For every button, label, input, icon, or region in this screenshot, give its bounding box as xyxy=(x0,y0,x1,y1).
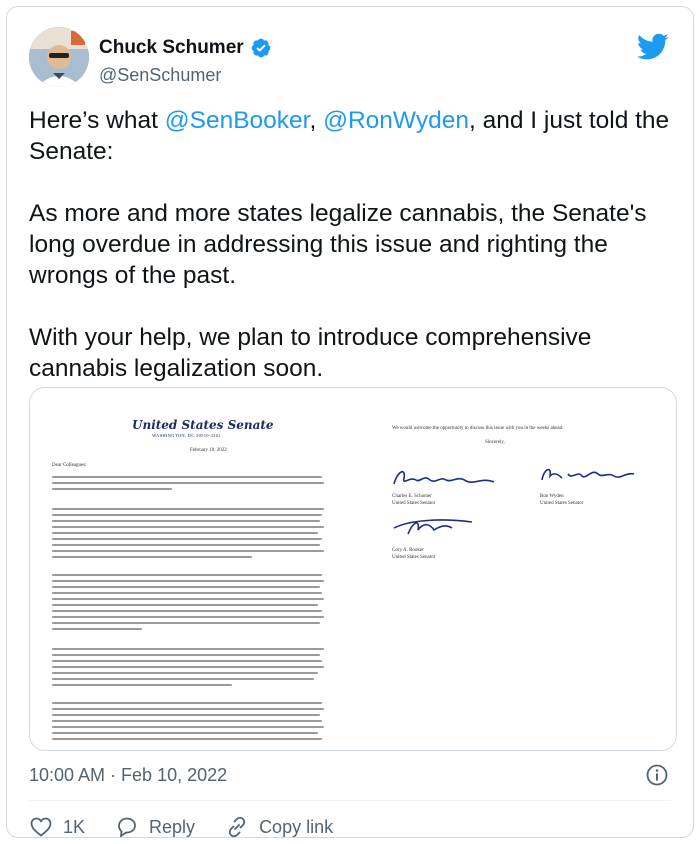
verified-badge-icon xyxy=(251,38,271,58)
signer-name-2: Ron Wyden xyxy=(540,494,564,499)
tweet-card: Chuck Schumer @SenSchumer Here’s what @S… xyxy=(6,6,694,838)
letterhead-title: United States Senate xyxy=(132,418,274,432)
letter-paragraph-5 xyxy=(52,702,328,744)
reply-label: Reply xyxy=(149,816,196,837)
tweet-timestamp[interactable]: 10:00 AM · Feb 10, 2022 xyxy=(29,765,227,786)
signer-title-2: United States Senator xyxy=(540,501,584,506)
tweet-text-prefix: Here’s what xyxy=(29,107,165,134)
letter-date: February 10, 2022 xyxy=(190,448,227,453)
tweet-text-sep: , xyxy=(309,107,324,134)
author-name-row[interactable]: Chuck Schumer xyxy=(99,37,272,59)
link-icon xyxy=(228,816,246,837)
reply-bubble-icon xyxy=(118,817,136,837)
letter-page: United States Senate WASHINGTON, DC 2051… xyxy=(30,388,676,750)
tweet-text: Here’s what @SenBooker, @RonWyden, and I… xyxy=(29,105,679,415)
letter-closing: Sincerely, xyxy=(485,440,505,445)
tweet-paragraph-1: Here’s what @SenBooker, @RonWyden, and I… xyxy=(29,105,679,167)
author-handle[interactable]: @SenSchumer xyxy=(99,65,221,86)
letterhead-location: WASHINGTON, DC 20510-3301 xyxy=(152,433,221,438)
wyden-signature xyxy=(541,468,635,481)
reply-button[interactable]: Reply xyxy=(115,815,196,837)
attached-letter-image[interactable]: United States Senate WASHINGTON, DC 2051… xyxy=(29,387,677,751)
booker-signature xyxy=(393,519,473,535)
letter-paragraph-1 xyxy=(52,476,328,494)
divider xyxy=(29,800,671,801)
info-icon[interactable] xyxy=(645,763,669,787)
signer-title-1: United States Senator xyxy=(392,501,436,506)
mention-senbooker-link[interactable]: @SenBooker xyxy=(165,107,310,134)
letter-paragraph-4 xyxy=(52,648,328,690)
twitter-bird-icon[interactable] xyxy=(637,33,669,61)
tweet-paragraph-3: With your help, we plan to introduce com… xyxy=(29,324,592,382)
letter-salutation: Dear Colleagues: xyxy=(52,463,87,468)
signer-name-1: Charles E. Schumer xyxy=(392,494,432,499)
letter-paragraph-2 xyxy=(52,508,328,562)
tweet-paragraph-2: As more and more states legalize cannabi… xyxy=(29,200,647,289)
mention-ronwyden-link[interactable]: @RonWyden xyxy=(323,107,469,134)
copy-link-label: Copy link xyxy=(259,816,334,837)
signer-name-3: Cory A. Booker xyxy=(392,548,424,553)
signer-title-3: United States Senator xyxy=(392,555,436,560)
letter-closing-line: We would welcome the opportunity to disc… xyxy=(392,426,564,431)
letter-paragraph-3 xyxy=(52,574,328,634)
tweet-actions: 1K Reply Copy link xyxy=(29,815,363,837)
like-button[interactable]: 1K xyxy=(29,815,86,837)
copy-link-button[interactable]: Copy link xyxy=(225,815,334,837)
schumer-signature xyxy=(393,471,495,485)
heart-icon xyxy=(30,817,52,837)
like-count: 1K xyxy=(63,816,86,837)
avatar[interactable] xyxy=(29,27,89,87)
author-name[interactable]: Chuck Schumer xyxy=(99,37,244,59)
